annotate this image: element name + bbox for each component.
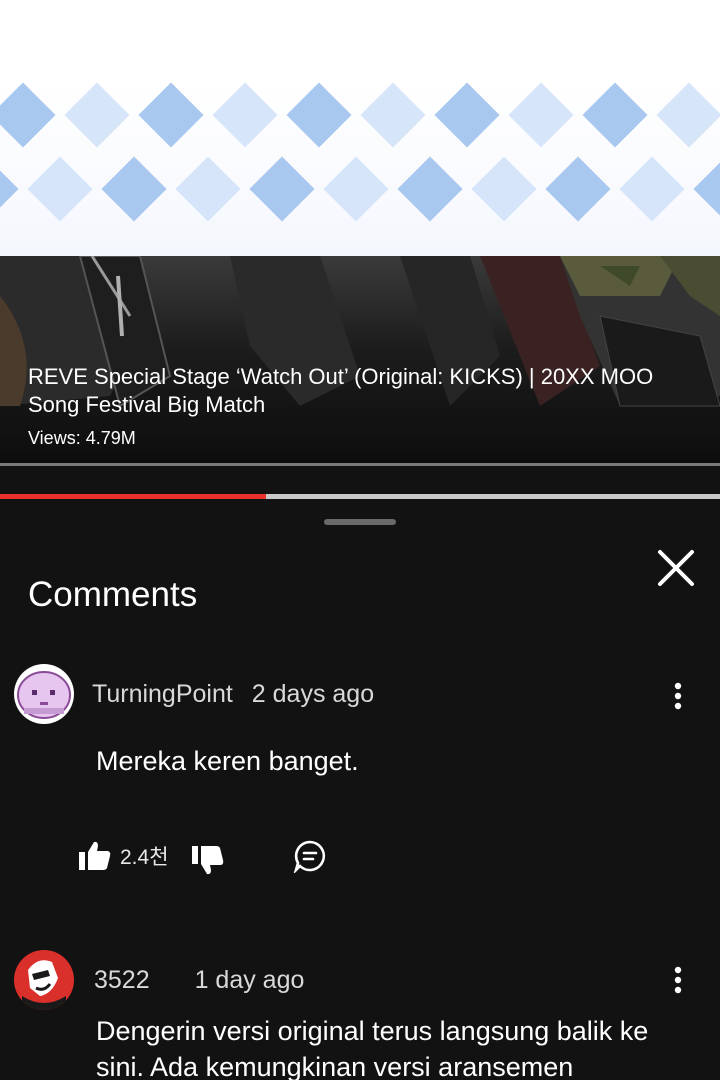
- close-icon: [658, 550, 694, 586]
- comment-timestamp: 1 day ago: [194, 966, 305, 994]
- avatar-character-icon: [22, 960, 66, 1010]
- pattern-diamond: [693, 156, 720, 222]
- pattern-diamond: [0, 82, 56, 148]
- like-button[interactable]: [78, 839, 112, 873]
- divider: [0, 463, 720, 466]
- comment-reply-icon: [293, 840, 325, 873]
- pattern-diamond: [323, 156, 389, 222]
- comment-text: Mereka keren banget.: [96, 746, 359, 776]
- pattern-diamond: [397, 156, 463, 222]
- pattern-diamond: [286, 82, 352, 148]
- pattern-diamond: [582, 82, 648, 148]
- thumbs-up-icon: [79, 841, 111, 870]
- pattern-diamond: [138, 82, 204, 148]
- comment-more-button[interactable]: [666, 678, 690, 714]
- comment-author-line: TurningPoint 2 days ago: [92, 680, 386, 709]
- comment-author-line: 3522 1 day ago: [94, 966, 316, 995]
- comment-text: Dengerin versi original terus langsung b…: [96, 1016, 649, 1080]
- close-button[interactable]: [654, 546, 698, 590]
- pattern-diamond: [101, 156, 167, 222]
- reply-button[interactable]: [293, 839, 327, 873]
- pattern-diamond: [212, 82, 278, 148]
- pattern-diamond: [434, 82, 500, 148]
- pattern-diamond: [249, 156, 315, 222]
- pattern-diamond: [175, 156, 241, 222]
- pattern-diamond: [508, 82, 574, 148]
- video-progress-fill: [0, 494, 267, 499]
- thumbs-down-icon: [191, 846, 223, 875]
- comment-actions: 2.4천: [78, 836, 327, 876]
- pattern-diamond: [0, 156, 19, 222]
- video-progress-bar[interactable]: [0, 494, 720, 499]
- pattern-diamond: [64, 82, 130, 148]
- video-title: REVE Special Stage ‘Watch Out’ (Original…: [28, 364, 654, 417]
- avatar-creature-icon: [17, 671, 71, 719]
- avatar[interactable]: [14, 950, 74, 1010]
- pattern-diamond: [360, 82, 426, 148]
- pattern-diamond: [656, 82, 720, 148]
- like-count: 2.4천: [120, 846, 169, 869]
- comment-timestamp: 2 days ago: [251, 680, 375, 708]
- more-vert-icon: [674, 966, 682, 994]
- avatar[interactable]: [14, 664, 74, 724]
- comment-more-button[interactable]: [666, 962, 690, 998]
- pattern-diamond: [619, 156, 685, 222]
- video-player[interactable]: REVE Special Stage ‘Watch Out’ (Original…: [0, 256, 720, 464]
- more-vert-icon: [674, 682, 682, 710]
- video-view-count: Views: 4.79M: [28, 428, 136, 448]
- comments-title: Comments: [28, 575, 198, 614]
- sheet-drag-handle[interactable]: [324, 519, 396, 525]
- comment-author[interactable]: 3522: [94, 966, 150, 994]
- decorative-pattern-panel: [0, 0, 720, 256]
- pattern-diamond: [27, 156, 93, 222]
- dislike-button[interactable]: [191, 843, 225, 877]
- pattern-diamond: [471, 156, 537, 222]
- comment-author[interactable]: TurningPoint: [92, 680, 233, 708]
- pattern-diamond: [545, 156, 611, 222]
